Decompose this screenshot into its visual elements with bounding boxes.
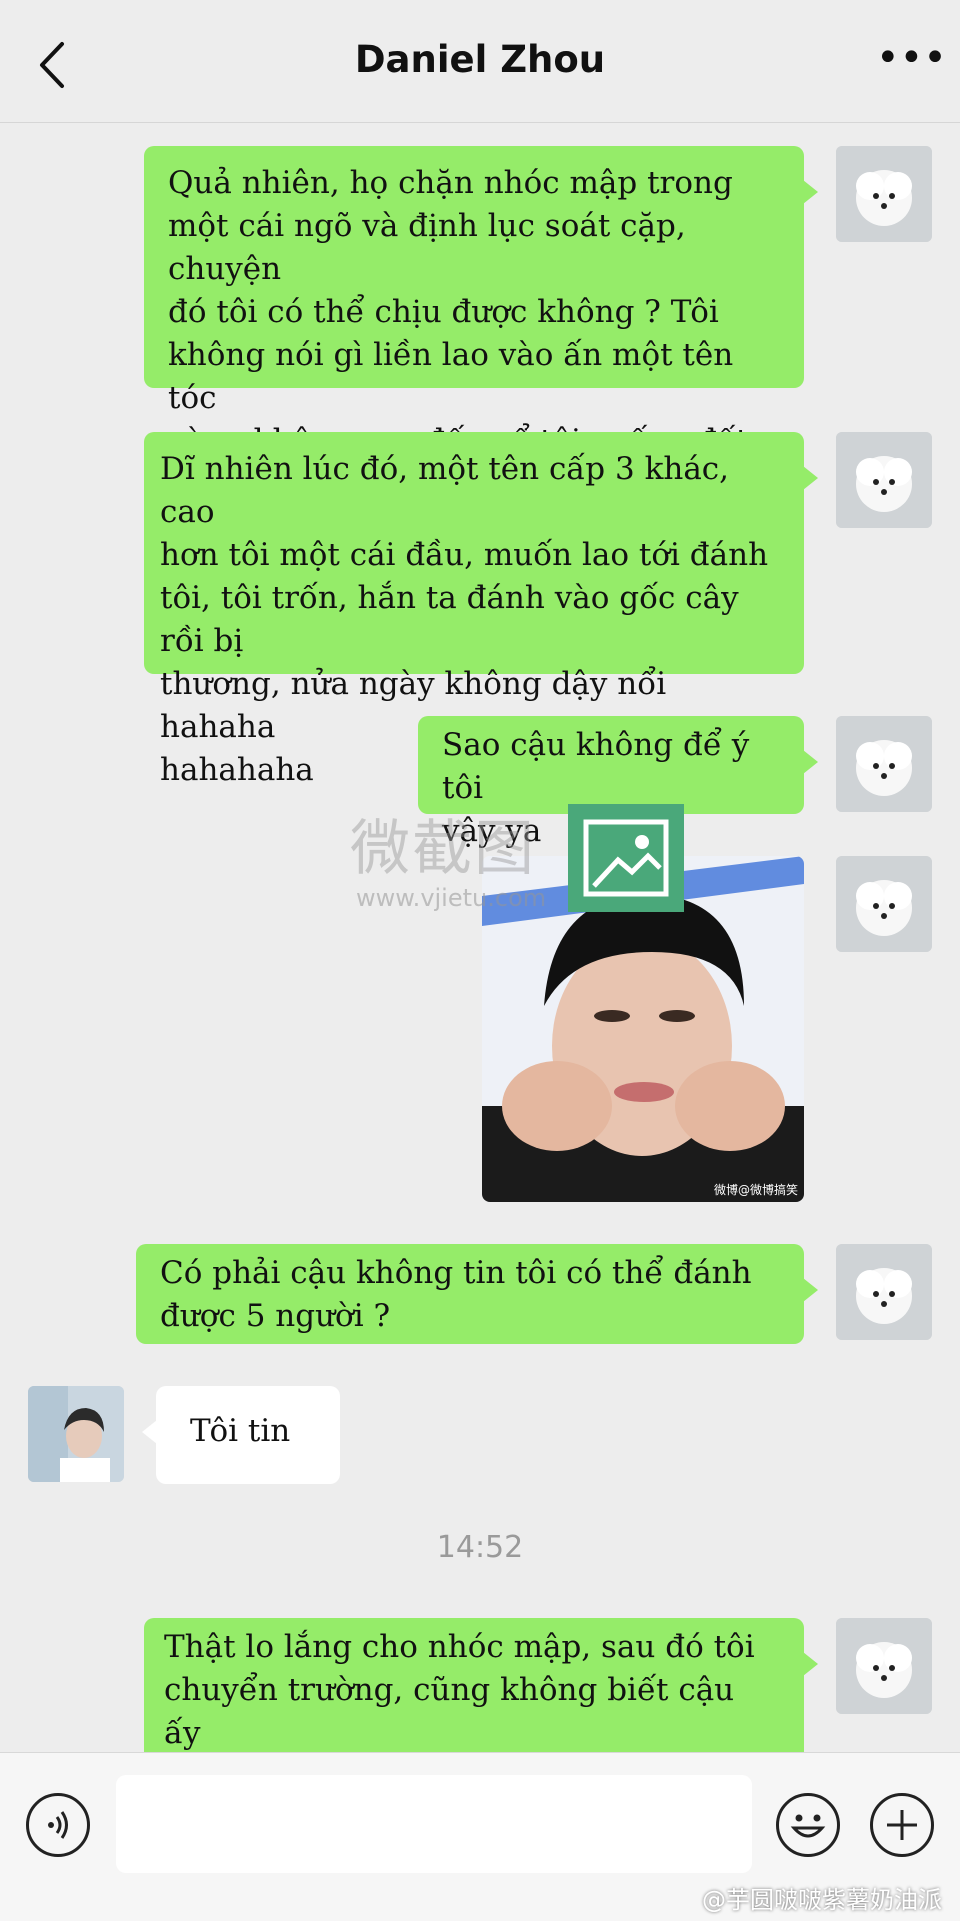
message-bubble[interactable]: Thật lo lắng cho nhóc mập, sau đó tôi ch… bbox=[144, 1618, 818, 1794]
contact-avatar[interactable] bbox=[28, 1386, 124, 1482]
watermark-text: 微截图 bbox=[350, 814, 536, 884]
footer-watermark: @芋圆啵啵紫薯奶油派 bbox=[702, 1886, 942, 1914]
image-caption: 微博@微博搞笑 bbox=[713, 1183, 798, 1197]
my-avatar[interactable] bbox=[836, 856, 932, 952]
message-bubble[interactable]: Có phải cậu không tin tôi có thể đánh đư… bbox=[136, 1244, 818, 1344]
message-bubble[interactable]: Dĩ nhiên lúc đó, một tên cấp 3 khác, cao… bbox=[144, 432, 818, 788]
image-icon bbox=[568, 804, 684, 912]
my-avatar[interactable] bbox=[836, 146, 932, 242]
message-bubble[interactable]: Tôi tin bbox=[142, 1386, 340, 1484]
ellipsis-icon[interactable]: ••• bbox=[876, 38, 947, 78]
message-timestamp: 14:52 bbox=[436, 1530, 524, 1565]
message-input[interactable] bbox=[116, 1775, 752, 1873]
emoji-icon[interactable] bbox=[776, 1793, 840, 1857]
chat-title: Daniel Zhou bbox=[354, 38, 606, 81]
plus-icon[interactable] bbox=[870, 1793, 934, 1857]
my-avatar[interactable] bbox=[836, 432, 932, 528]
watermark: 微截图 www.vjietu.com bbox=[350, 800, 690, 920]
my-avatar[interactable] bbox=[836, 716, 932, 812]
voice-icon[interactable] bbox=[26, 1793, 90, 1857]
my-avatar[interactable] bbox=[836, 1244, 932, 1340]
my-avatar[interactable] bbox=[836, 1618, 932, 1714]
chat-header: Daniel Zhou ••• bbox=[0, 0, 960, 123]
watermark-url: www.vjietu.com bbox=[356, 884, 547, 912]
message-bubble[interactable]: Quả nhiên, họ chặn nhóc mập trong một cá… bbox=[144, 146, 818, 459]
